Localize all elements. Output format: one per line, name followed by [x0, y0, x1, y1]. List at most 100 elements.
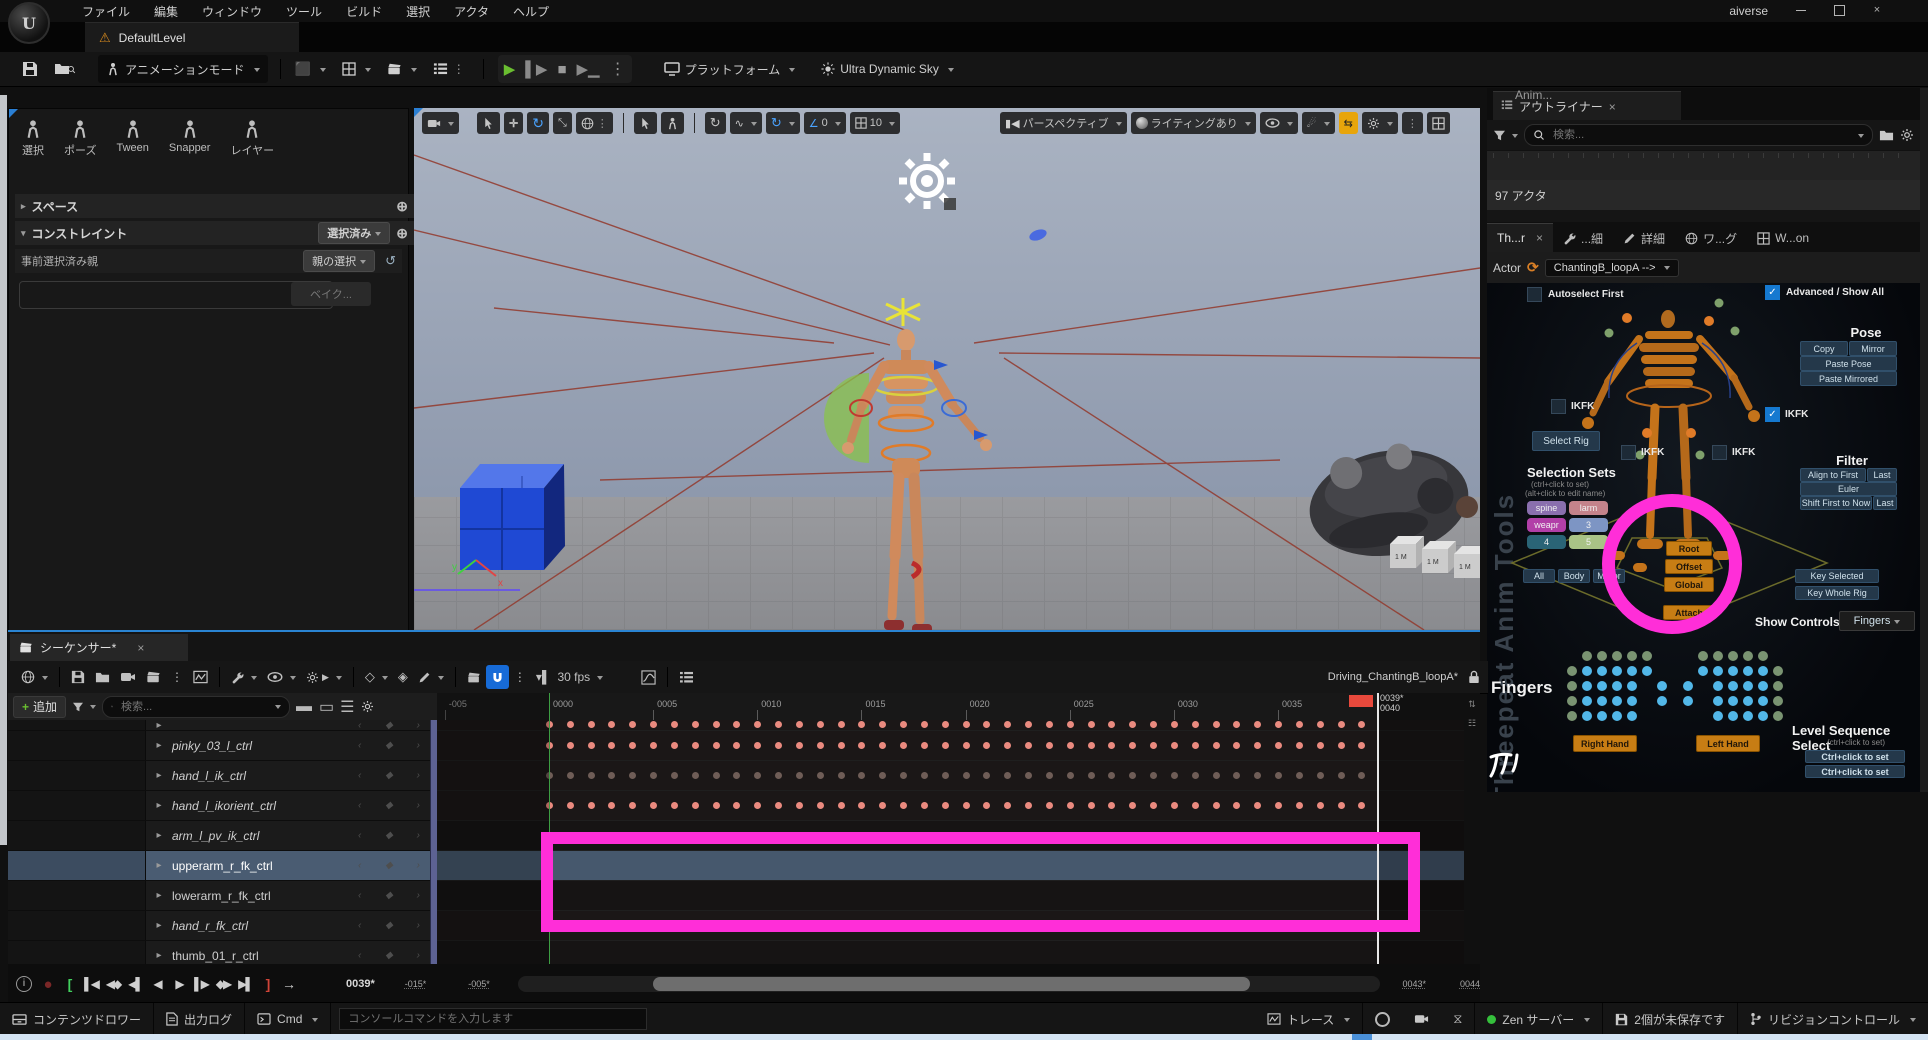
jump-forward-button[interactable]: → — [278, 976, 300, 992]
keyframe-dot[interactable] — [921, 721, 928, 728]
keyframe-dot[interactable] — [1150, 802, 1157, 809]
right-finger-dot[interactable] — [1567, 666, 1577, 676]
menu-アクタ[interactable]: アクタ — [442, 0, 501, 22]
right-hand-button[interactable]: Right Hand — [1573, 735, 1637, 752]
keyframe-dot[interactable] — [1233, 802, 1240, 809]
left-finger-dot[interactable] — [1758, 711, 1768, 721]
keyframe-dot[interactable] — [900, 742, 907, 749]
surface-snap-toggle[interactable] — [634, 112, 657, 134]
zen-server-dropdown[interactable]: Zen サーバー — [1475, 1003, 1603, 1035]
keyframe-dot[interactable] — [838, 742, 845, 749]
time-display-button[interactable]: ▾▌ — [531, 665, 553, 689]
keyframe-dot[interactable] — [963, 742, 970, 749]
keyframe-dot[interactable] — [713, 772, 720, 779]
left-finger-dot[interactable] — [1773, 666, 1783, 676]
keyframe-dot[interactable] — [1067, 772, 1074, 779]
left-finger-dot[interactable] — [1758, 681, 1768, 691]
keyframe-dot[interactable] — [588, 742, 595, 749]
left-finger-dot[interactable] — [1713, 681, 1723, 691]
step-back-button[interactable]: ◀▌ — [124, 977, 146, 991]
selection-set-larm[interactable]: larm — [1569, 501, 1608, 515]
content-drawer-button[interactable]: コンテンツドロワー — [0, 1003, 154, 1035]
ikfk-left-leg[interactable]: IKFK — [1621, 445, 1664, 460]
expand-icon[interactable]: ▸ — [146, 860, 172, 871]
keyframe-dot[interactable] — [567, 772, 574, 779]
keyframe-nav[interactable]: ‹◆› — [358, 860, 430, 871]
close-tab-icon[interactable]: × — [137, 641, 144, 655]
align-last-button[interactable]: Last — [1867, 468, 1897, 482]
keyframe-dot[interactable] — [1275, 721, 1282, 728]
keyframe-dot[interactable] — [1004, 721, 1011, 728]
menu-編集[interactable]: 編集 — [142, 0, 190, 22]
right-finger-dot[interactable] — [1582, 681, 1592, 691]
close-tab-icon[interactable]: × — [1536, 231, 1543, 245]
rotate-tool[interactable]: ↻ — [527, 112, 549, 134]
keyframe-dot[interactable] — [754, 772, 761, 779]
keyframe-dot[interactable] — [629, 742, 636, 749]
next-key-button[interactable]: ◆▶ — [212, 977, 234, 991]
keyframe-dot[interactable] — [1067, 802, 1074, 809]
left-finger-dot[interactable] — [1713, 711, 1723, 721]
blueprints-dropdown[interactable] — [334, 57, 379, 81]
screenshot-icon[interactable] — [1402, 1003, 1441, 1035]
scale-tool[interactable]: ⤡ — [553, 112, 572, 134]
paste-pose-button[interactable]: Paste Pose — [1800, 356, 1897, 371]
add-space-icon[interactable]: ⊕ — [396, 198, 408, 215]
hierarchy-button[interactable] — [188, 665, 213, 689]
right-finger-dot[interactable] — [1642, 651, 1652, 661]
maximize-button[interactable] — [1822, 0, 1856, 20]
keyframe-dot[interactable] — [796, 802, 803, 809]
keyframe-dot[interactable] — [1171, 772, 1178, 779]
expand-icon[interactable]: ▸ — [146, 830, 172, 841]
keyframe-dot[interactable] — [692, 721, 699, 728]
right-hand-grid[interactable] — [1567, 651, 1672, 726]
keyframe-dot[interactable] — [1192, 802, 1199, 809]
range-end-b[interactable]: 0044 — [1460, 979, 1480, 989]
keyframe-dot[interactable] — [1317, 742, 1324, 749]
tools-dropdown[interactable] — [226, 665, 262, 689]
keyframe-dot[interactable] — [879, 721, 886, 728]
edit-mode-dropdown[interactable] — [413, 665, 449, 689]
close-button[interactable]: × — [1860, 0, 1894, 20]
keyframe-dot[interactable] — [1338, 772, 1345, 779]
details-tab-...細[interactable]: ...細 — [1553, 224, 1613, 252]
keyframe-dot[interactable] — [775, 742, 782, 749]
pose-copy-button[interactable]: Copy — [1800, 341, 1848, 356]
keyframe-dot[interactable] — [1150, 721, 1157, 728]
keyframe-dot[interactable] — [588, 802, 595, 809]
track-search[interactable] — [102, 696, 290, 718]
browse-button[interactable] — [46, 57, 84, 81]
keyframe-dot[interactable] — [1233, 772, 1240, 779]
keyframe-dot[interactable] — [1067, 742, 1074, 749]
right-finger-dot[interactable] — [1657, 696, 1667, 706]
constraint-filter-dropdown[interactable]: 選択済み — [318, 222, 390, 244]
rows-icon[interactable]: ☰ — [340, 697, 354, 717]
keyframe-dot[interactable] — [1046, 772, 1053, 779]
keyframe-options-dropdown[interactable]: ◇ — [360, 665, 393, 689]
viewport-settings-dropdown[interactable] — [1362, 112, 1398, 134]
select-rig-button[interactable]: Select Rig — [1532, 431, 1600, 451]
range-end-a[interactable]: 0043* — [1402, 979, 1426, 989]
keyframe-dot[interactable] — [1233, 742, 1240, 749]
ultra-dynamic-sky-dropdown[interactable]: Ultra Dynamic Sky — [813, 57, 962, 81]
paste-mirrored-button[interactable]: Paste Mirrored — [1800, 371, 1897, 386]
keyframe-dot[interactable] — [1254, 802, 1261, 809]
keyframe-dot[interactable] — [650, 742, 657, 749]
bracket-in-button[interactable]: [ — [58, 976, 80, 992]
keyframe-dot[interactable] — [963, 772, 970, 779]
track-settings-icon[interactable] — [361, 700, 374, 713]
keyframe-dot[interactable] — [588, 721, 595, 728]
keyframe-dot[interactable] — [608, 742, 615, 749]
keyframe-dot[interactable] — [1317, 772, 1324, 779]
anim-tool-レイヤー[interactable]: レイヤー — [227, 117, 277, 160]
keyframe-dot[interactable] — [796, 721, 803, 728]
track-row-lowerarm_r_fk_ctrl[interactable]: ▸lowerarm_r_fk_ctrl‹◆› — [8, 881, 430, 911]
left-finger-dot[interactable] — [1713, 651, 1723, 661]
spline-snap-dropdown[interactable]: ∿ — [730, 112, 762, 134]
keyframe-dot[interactable] — [692, 742, 699, 749]
section-space[interactable]: ▸スペース ⊕ — [15, 194, 414, 218]
range-start-b[interactable]: -005* — [468, 979, 490, 989]
save-sequence-button[interactable] — [66, 665, 90, 689]
keyframe-dot[interactable] — [1088, 772, 1095, 779]
keyframe-dot[interactable] — [1025, 742, 1032, 749]
